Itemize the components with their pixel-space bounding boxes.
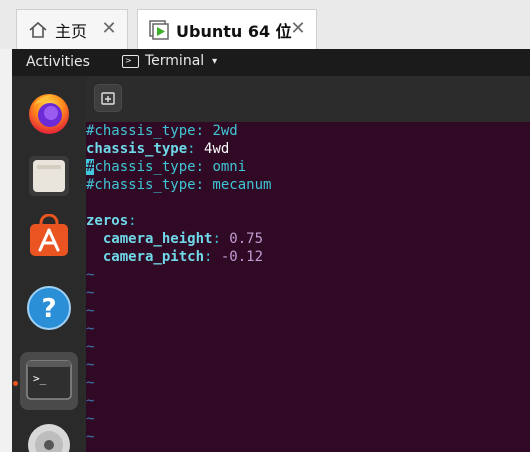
chevron-down-icon: ▾: [212, 55, 218, 67]
terminal-icon: >: [122, 54, 139, 68]
close-icon[interactable]: ✕: [99, 19, 119, 39]
tab-home-label: 主页: [55, 21, 88, 41]
activities-button[interactable]: Activities: [26, 54, 90, 70]
vm-icon: [148, 19, 170, 41]
host-tab-bar: 主页 ✕ Ubuntu 64 位 ✕: [0, 0, 530, 49]
code-line: camera_height: 0.75: [102, 231, 264, 247]
tab-ubuntu-vm[interactable]: Ubuntu 64 位 ✕: [137, 9, 317, 49]
disc-icon: [28, 424, 70, 452]
running-indicator: [13, 381, 18, 386]
dock-ubuntu-software[interactable]: [20, 208, 78, 266]
code-line: #chassis_type: omni: [86, 159, 247, 175]
tilde-line: ~: [86, 303, 95, 319]
dock-dvd[interactable]: [20, 416, 78, 452]
new-tab-icon: [101, 92, 115, 105]
firefox-icon: [29, 94, 69, 134]
tilde-line: ~: [86, 267, 95, 283]
dock-help[interactable]: ?: [20, 279, 78, 337]
empty-line-markers: ~ ~ ~ ~ ~ ~ ~ ~ ~ ~: [86, 266, 530, 446]
tilde-line: ~: [86, 429, 95, 445]
new-tab-button[interactable]: [94, 84, 122, 112]
folder-icon: [29, 156, 69, 196]
close-icon[interactable]: ✕: [288, 19, 308, 39]
code-line: zeros:: [86, 213, 137, 229]
tab-home[interactable]: 主页 ✕: [16, 9, 128, 49]
dock-firefox[interactable]: [20, 84, 78, 142]
svg-text:?: ?: [41, 294, 56, 324]
app-menu-label: Terminal: [145, 53, 205, 69]
dock: ? >_: [12, 76, 86, 452]
tilde-line: ~: [86, 375, 95, 391]
software-bag-icon: [30, 214, 68, 256]
tilde-line: ~: [86, 321, 95, 337]
tilde-line: ~: [86, 357, 95, 373]
dock-terminal[interactable]: >_: [13, 352, 78, 410]
code-line: #chassis_type: mecanum: [86, 177, 272, 193]
tilde-line: ~: [86, 339, 95, 355]
terminal-prompt-glyph: >_: [33, 372, 47, 385]
terminal-app-icon: >_: [26, 360, 72, 400]
code-line: camera_pitch: -0.12: [102, 249, 264, 265]
tilde-line: ~: [86, 285, 95, 301]
gnome-top-bar: Activities > Terminal ▾: [12, 49, 530, 76]
home-icon: [27, 19, 49, 41]
terminal-headerbar: [86, 76, 530, 122]
tab-ubuntu-label: Ubuntu 64 位: [176, 21, 292, 41]
help-icon: ?: [27, 286, 71, 330]
tilde-line: ~: [86, 411, 95, 427]
code-line: chassis_type: 4wd: [86, 141, 230, 157]
ubuntu-desktop: Activities > Terminal ▾ ? >_ #chassis_ty…: [12, 49, 530, 452]
code-line: #chassis_type: 2wd: [86, 123, 238, 139]
terminal-content[interactable]: #chassis_type: 2wd chassis_type: 4wd #ch…: [86, 122, 530, 446]
app-menu-terminal[interactable]: > Terminal ▾: [122, 53, 217, 69]
dock-files[interactable]: [20, 146, 78, 204]
terminal-window[interactable]: #chassis_type: 2wd chassis_type: 4wd #ch…: [86, 76, 530, 452]
tilde-line: ~: [86, 393, 95, 409]
